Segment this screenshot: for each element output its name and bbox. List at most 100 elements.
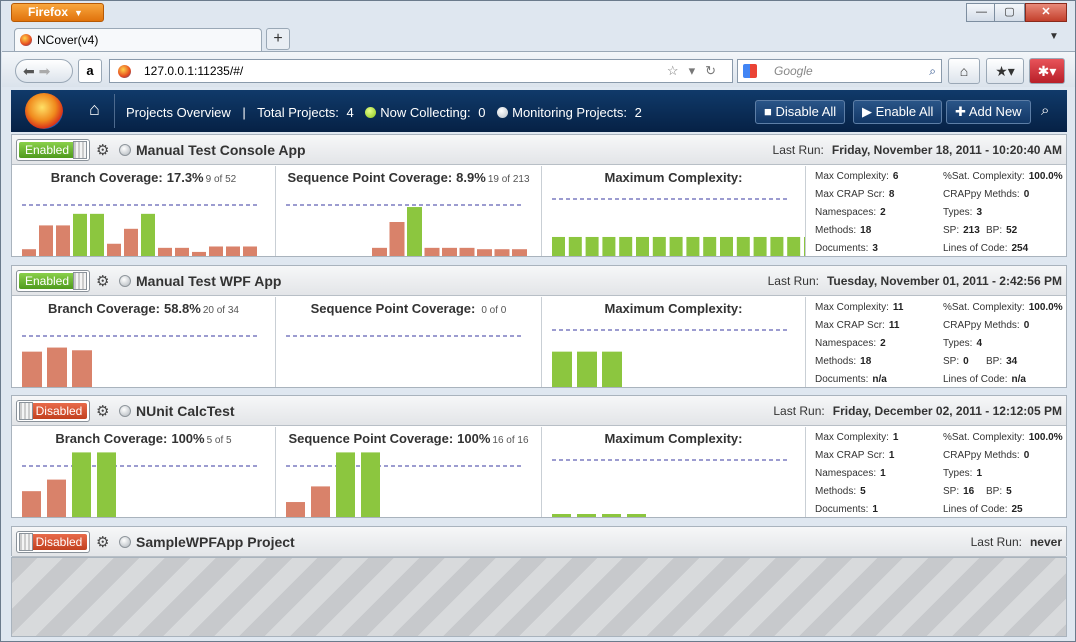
toggle-knob[interactable] [19, 402, 33, 420]
seq-bar[interactable] [477, 249, 492, 256]
add-new-button[interactable]: ✚ Add New [946, 100, 1031, 124]
seq-chart [286, 204, 527, 256]
branch-bar[interactable] [243, 246, 257, 256]
cx-bar[interactable] [787, 236, 801, 256]
project-name[interactable]: NUnit CalcTest [136, 396, 235, 426]
branch-bar[interactable] [47, 479, 66, 517]
seq-bar[interactable] [372, 247, 387, 256]
maximize-button[interactable]: ▢ [994, 3, 1025, 22]
search-box[interactable]: Google ⌕ [737, 59, 942, 83]
branch-bar[interactable] [158, 247, 172, 256]
cx-bar[interactable] [736, 236, 750, 256]
branch-bar[interactable] [47, 347, 67, 387]
bookmarks-button[interactable]: ★▾ [986, 58, 1024, 84]
branch-bar[interactable] [72, 452, 91, 517]
branch-bar[interactable] [107, 243, 121, 256]
addon-button[interactable]: ✱▾ [1029, 58, 1065, 84]
google-icon [743, 64, 757, 78]
disable-all-button[interactable]: ■ Disable All [755, 100, 846, 124]
enable-toggle[interactable]: Enabled [16, 139, 90, 161]
cx-bar[interactable] [602, 514, 621, 517]
cx-bar[interactable] [585, 236, 599, 256]
amazon-button[interactable]: a [78, 59, 102, 83]
cx-bar[interactable] [804, 236, 805, 256]
branch-bar[interactable] [124, 228, 138, 256]
branch-bar[interactable] [90, 213, 104, 256]
seq-bar[interactable] [494, 249, 510, 256]
cx-bar[interactable] [568, 236, 582, 256]
gear-icon[interactable]: ⚙ [96, 402, 109, 420]
enable-toggle[interactable]: Enabled [16, 270, 90, 292]
gear-icon[interactable]: ⚙ [96, 141, 109, 159]
project-name[interactable]: SampleWPFApp Project [136, 527, 295, 557]
seq-bar[interactable] [389, 222, 405, 256]
cx-bar[interactable] [577, 351, 597, 387]
seq-bar[interactable] [361, 452, 380, 517]
cx-bar[interactable] [552, 236, 565, 256]
cx-bar[interactable] [720, 236, 733, 256]
branch-bar[interactable] [73, 213, 87, 256]
seq-bar[interactable] [512, 249, 527, 256]
cx-bar[interactable] [703, 236, 717, 256]
gear-icon[interactable]: ⚙ [96, 533, 109, 551]
home-button[interactable]: ⌂ [948, 58, 980, 84]
firefox-menu-button[interactable]: Firefox ▼ [11, 3, 104, 22]
seq-bar[interactable] [442, 247, 457, 256]
new-tab-button[interactable]: + [266, 28, 290, 50]
cx-bar[interactable] [602, 351, 622, 387]
branch-bar[interactable] [209, 246, 223, 256]
seq-bar[interactable] [286, 502, 305, 517]
project-name[interactable]: Manual Test WPF App [136, 266, 281, 296]
branch-bar[interactable] [22, 249, 36, 256]
bookmark-star-icon[interactable]: ☆▾↻ [667, 60, 726, 82]
gear-icon[interactable]: ⚙ [96, 272, 109, 290]
tab-ncover[interactable]: NCover(v4) [14, 28, 262, 52]
branch-bar[interactable] [72, 350, 92, 387]
cx-bar[interactable] [669, 236, 683, 256]
search-icon[interactable]: ⌕ [1041, 102, 1049, 119]
tab-list-icon[interactable]: ▼ [1049, 31, 1059, 42]
forward-arrow-icon[interactable]: ➡ [39, 63, 51, 79]
toggle-knob[interactable] [73, 272, 87, 290]
url-bar[interactable]: 127.0.0.1:11235/#/ ☆▾↻ [109, 59, 733, 83]
seq-bar[interactable] [336, 452, 355, 517]
seq-bar[interactable] [407, 207, 422, 256]
back-arrow-icon[interactable]: ⬅ [23, 63, 35, 79]
project-name[interactable]: Manual Test Console App [136, 135, 306, 165]
cx-bar[interactable] [686, 236, 700, 256]
back-forward-buttons[interactable]: ⬅ ➡ [15, 59, 73, 83]
enable-all-button[interactable]: ▶ Enable All [853, 100, 943, 124]
cx-bar[interactable] [602, 236, 616, 256]
cx-bar[interactable] [770, 236, 784, 256]
cx-bar[interactable] [753, 236, 767, 256]
seq-bar[interactable] [424, 247, 440, 256]
seq-bar[interactable] [311, 486, 330, 517]
toggle-knob[interactable] [73, 141, 87, 159]
home-icon[interactable]: ⌂ [89, 99, 100, 120]
cx-bar[interactable] [552, 351, 572, 387]
cx-bar[interactable] [627, 514, 646, 517]
branch-bar[interactable] [22, 351, 42, 387]
search-icon[interactable]: ⌕ [929, 60, 936, 82]
seq-bar[interactable] [459, 247, 475, 256]
toggle-knob[interactable] [19, 533, 33, 551]
branch-bar[interactable] [192, 251, 206, 256]
cx-bar[interactable] [552, 514, 571, 517]
enable-toggle[interactable]: Disabled [16, 531, 90, 553]
branch-bar[interactable] [97, 452, 116, 517]
branch-bar[interactable] [56, 225, 70, 256]
branch-bar[interactable] [141, 213, 155, 256]
cx-bar[interactable] [652, 236, 666, 256]
close-window-button[interactable]: ✕ [1025, 3, 1067, 22]
cx-bar[interactable] [577, 514, 596, 517]
branch-bar[interactable] [175, 247, 189, 256]
branch-bar[interactable] [226, 246, 240, 256]
branch-bar[interactable] [39, 225, 53, 256]
branch-bar[interactable] [22, 491, 41, 517]
cx-bar[interactable] [636, 236, 649, 256]
cx-bar[interactable] [619, 236, 633, 256]
enable-toggle[interactable]: Disabled [16, 400, 90, 422]
minimize-button[interactable]: — [966, 3, 997, 22]
navigation-toolbar: ⬅ ➡ a 127.0.0.1:11235/#/ ☆▾↻ Google ⌕ ⌂ ★▾… [2, 51, 1075, 87]
ncover-logo[interactable] [25, 93, 63, 129]
